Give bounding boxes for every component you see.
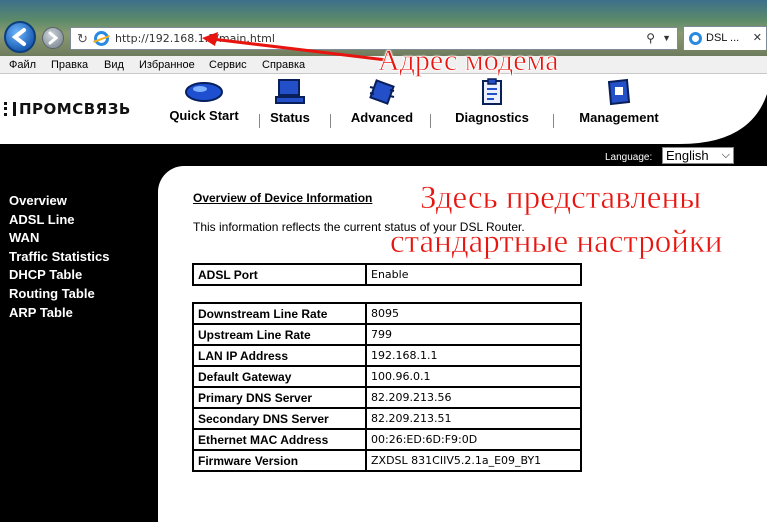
nav-advanced[interactable]: Advanced	[345, 78, 419, 125]
row-value: 8095	[367, 304, 580, 323]
row-key: Secondary DNS Server	[194, 409, 365, 428]
menu-file[interactable]: Файл	[9, 59, 36, 71]
table-row: Primary DNS Server 82.209.213.56	[194, 388, 580, 407]
nav-separator	[330, 114, 331, 128]
ie-logo-icon	[94, 31, 109, 46]
sidebar-item-wan[interactable]: WAN	[9, 230, 39, 245]
brand-mark-icon	[4, 102, 16, 116]
table-row: Default Gateway 100.96.0.1	[194, 367, 580, 386]
sidebar-item-routing-table[interactable]: Routing Table	[9, 286, 95, 301]
nav-diagnostics[interactable]: Diagnostics	[449, 78, 535, 125]
row-value: 82.209.213.56	[367, 388, 580, 407]
close-icon[interactable]: ✕	[753, 31, 762, 44]
annotation-caption-line2: стандартные настройки	[390, 224, 723, 261]
table-row: Ethernet MAC Address 00:26:ED:6D:F9:0D	[194, 430, 580, 449]
row-value: ZXDSL 831CIIV5.2.1a_E09_BY1	[367, 451, 580, 470]
row-key: Default Gateway	[194, 367, 365, 386]
row-value: 82.209.213.51	[367, 409, 580, 428]
chevron-down-icon: ⌵	[721, 149, 730, 161]
table-row: Upstream Line Rate 799	[194, 325, 580, 344]
menu-favorites[interactable]: Избранное	[139, 59, 195, 71]
nav-quick-start[interactable]: Quick Start	[163, 78, 245, 123]
arrow-right-icon	[48, 31, 59, 45]
sidebar-item-adsl-line[interactable]: ADSL Line	[9, 212, 75, 227]
row-key: Primary DNS Server	[194, 388, 365, 407]
row-value: Enable	[367, 265, 580, 284]
row-key: Downstream Line Rate	[194, 304, 365, 323]
arrow-left-icon	[11, 28, 26, 46]
device-info-table: Downstream Line Rate 8095 Upstream Line R…	[192, 302, 582, 472]
clipboard-icon	[482, 78, 502, 105]
annotation-arrow	[202, 32, 387, 62]
brand-logo: ПРОМСВЯЗЬ	[4, 100, 131, 118]
language-value: English	[666, 148, 709, 163]
browser-tab[interactable]: DSL ... ✕	[683, 26, 767, 50]
annotation-address-caption: Адрес модема	[378, 44, 559, 78]
row-key: LAN IP Address	[194, 346, 365, 365]
back-button[interactable]	[4, 21, 36, 53]
router-header: ПРОМСВЯЗЬ Quick Start Status Advanced Di…	[0, 74, 767, 144]
table-row: LAN IP Address 192.168.1.1	[194, 346, 580, 365]
nav-separator	[430, 114, 431, 128]
ie-logo-icon	[689, 32, 702, 45]
row-value: 799	[367, 325, 580, 344]
row-key: ADSL Port	[194, 265, 365, 284]
book-icon	[607, 78, 631, 106]
table-row: Downstream Line Rate 8095	[194, 304, 580, 323]
sidebar-item-dhcp-table[interactable]: DHCP Table	[9, 267, 82, 282]
search-icon[interactable]: ⚲	[646, 31, 655, 45]
menu-view[interactable]: Вид	[104, 59, 124, 71]
table-row: ADSL Port Enable	[194, 265, 580, 284]
tab-title: DSL ...	[706, 32, 740, 44]
sidebar: Overview ADSL Line WAN Traffic Statistic…	[0, 166, 158, 522]
language-select[interactable]: English ⌵	[662, 147, 734, 164]
monitor-icon	[275, 79, 305, 104]
nav-management[interactable]: Management	[572, 78, 666, 125]
refresh-icon[interactable]: ↻	[77, 31, 88, 47]
table-row: Firmware Version ZXDSL 831CIIV5.2.1a_E09_…	[194, 451, 580, 470]
row-key: Firmware Version	[194, 451, 365, 470]
sidebar-item-traffic-statistics[interactable]: Traffic Statistics	[9, 249, 109, 264]
sidebar-item-overview[interactable]: Overview	[9, 193, 67, 208]
nav-separator	[553, 114, 554, 128]
row-key: Upstream Line Rate	[194, 325, 365, 344]
menu-edit[interactable]: Правка	[51, 59, 88, 71]
chevron-down-icon[interactable]: ▼	[662, 33, 671, 43]
main-content: Overview of Device Information This info…	[158, 166, 767, 522]
annotation-caption-line1: Здесь представлены	[420, 180, 702, 217]
mouse-icon	[185, 82, 223, 102]
row-value: 00:26:ED:6D:F9:0D	[367, 430, 580, 449]
forward-button[interactable]	[42, 27, 64, 49]
row-value: 192.168.1.1	[367, 346, 580, 365]
page-title: Overview of Device Information	[193, 191, 373, 205]
nav-separator	[259, 114, 260, 128]
adsl-port-table: ADSL Port Enable	[192, 263, 582, 286]
table-row: Secondary DNS Server 82.209.213.51	[194, 409, 580, 428]
row-value: 100.96.0.1	[367, 367, 580, 386]
row-key: Ethernet MAC Address	[194, 430, 365, 449]
sidebar-item-arp-table[interactable]: ARP Table	[9, 305, 73, 320]
chip-icon	[369, 79, 395, 105]
nav-status[interactable]: Status	[264, 78, 316, 125]
language-label: Language:	[605, 152, 653, 163]
header-curve	[680, 94, 767, 144]
